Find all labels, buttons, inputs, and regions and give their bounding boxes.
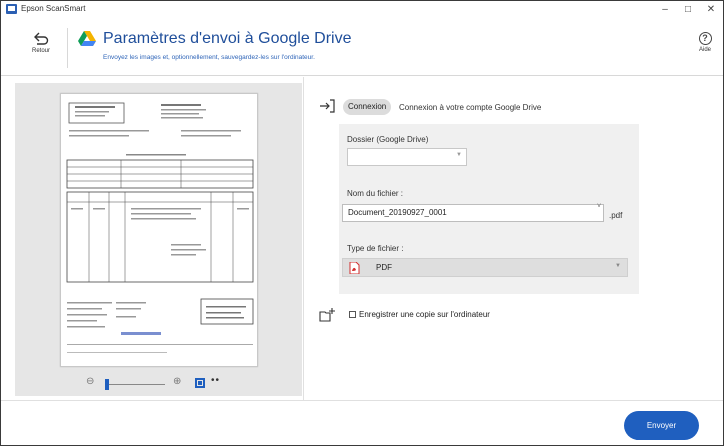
page-navigation-icon[interactable]: •• [211, 375, 220, 386]
help-icon: ? [698, 32, 712, 45]
back-button[interactable]: Retour [21, 30, 61, 70]
zoom-slider-track[interactable] [107, 384, 165, 385]
panel-divider [303, 77, 304, 400]
scanned-page-thumbnail[interactable] [60, 93, 258, 367]
maximize-button[interactable]: □ [678, 3, 698, 16]
filetype-select[interactable]: PDF ▼ [342, 258, 628, 277]
filetype-value: PDF [376, 263, 392, 272]
chevron-down-icon: ▼ [615, 263, 621, 269]
minimize-button[interactable]: – [655, 3, 675, 16]
filename-input[interactable]: Document_20190927_0001 [342, 204, 604, 222]
page-title: Paramètres d'envoi à Google Drive [103, 30, 352, 47]
save-to-folder-icon [319, 308, 335, 322]
app-icon [6, 4, 17, 14]
help-label: Aide [698, 47, 711, 53]
back-arrow-icon [34, 32, 49, 45]
header-divider [67, 28, 68, 68]
close-button[interactable]: ✕ [701, 3, 721, 16]
upload-settings-panel: Dossier (Google Drive) ▼ Nom du fichier … [339, 124, 639, 294]
filename-history-dropdown[interactable]: ˅ [597, 203, 601, 210]
filename-extension: .pdf [609, 211, 623, 220]
pdf-file-icon [349, 262, 360, 274]
document-preview-image [66, 102, 254, 353]
help-button[interactable]: ? Aide [693, 32, 717, 53]
save-copy-checkbox[interactable] [349, 311, 356, 318]
folder-select[interactable]: ▼ [347, 148, 467, 166]
scan-preview-panel: ⊖ ⊕ •• [15, 83, 302, 396]
sign-in-button[interactable]: Connexion [343, 99, 392, 115]
filename-label: Nom du fichier : [347, 189, 404, 198]
folder-label: Dossier (Google Drive) [347, 135, 429, 144]
page-subtitle: Envoyez les images et, optionnellement, … [103, 54, 315, 61]
zoom-in-icon[interactable]: ⊕ [173, 376, 181, 387]
send-button[interactable]: Envoyer [624, 411, 699, 440]
save-copy-label[interactable]: Enregistrer une copie sur l'ordinateur [359, 310, 490, 319]
filetype-label: Type de fichier : [347, 244, 404, 253]
chevron-down-icon: ▼ [456, 152, 462, 158]
window-title: Epson ScanSmart [21, 4, 86, 13]
zoom-toolbar: ⊖ ⊕ •• [15, 375, 302, 393]
sign-in-icon [320, 99, 335, 113]
zoom-slider-handle[interactable] [105, 379, 109, 390]
sign-in-description: Connexion à votre compte Google Drive [399, 103, 542, 112]
back-label: Retour [31, 48, 50, 54]
title-bar: Epson ScanSmart – □ ✕ [1, 1, 723, 18]
zoom-out-icon[interactable]: ⊖ [86, 376, 94, 387]
app-window: Epson ScanSmart – □ ✕ Retour Paramètres … [0, 0, 724, 446]
page-header: Retour Paramètres d'envoi à Google Drive… [1, 18, 723, 76]
fit-to-window-icon[interactable] [195, 378, 205, 388]
google-drive-icon [78, 31, 96, 46]
footer-divider [1, 400, 723, 401]
